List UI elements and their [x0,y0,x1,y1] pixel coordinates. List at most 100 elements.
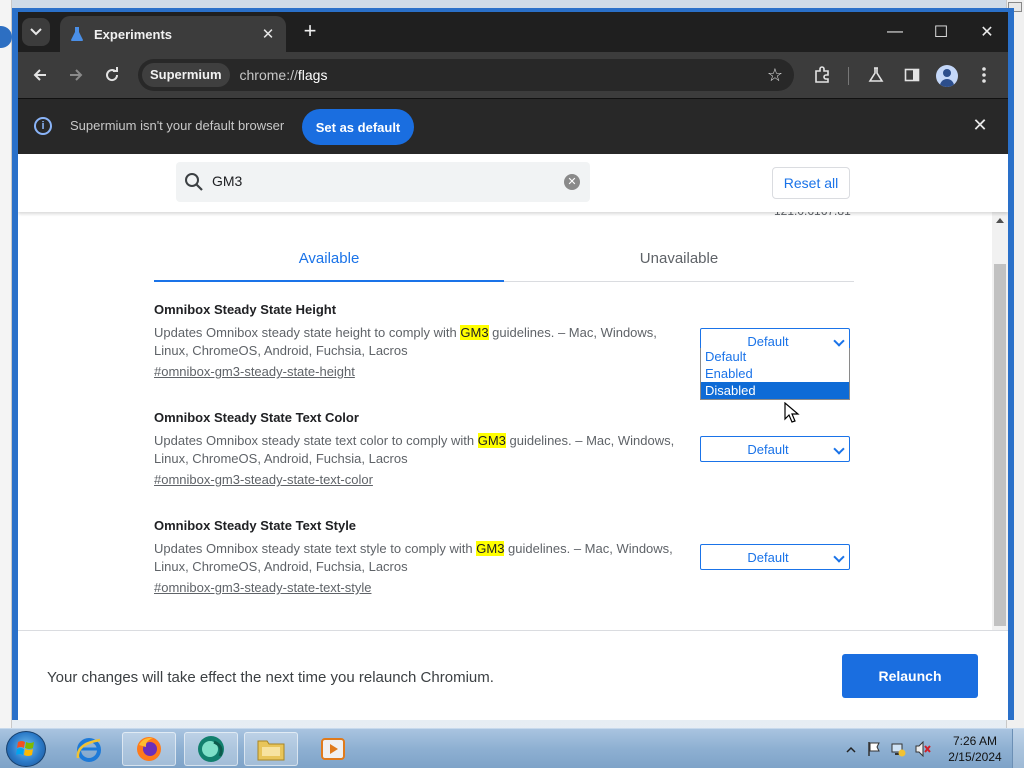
new-tab-button[interactable]: + [298,20,322,44]
menu-button[interactable] [970,61,998,89]
flask-outline-icon [868,67,884,82]
dropdown-option-enabled[interactable]: Enabled [701,365,849,382]
clock-time: 7:26 AM [952,734,998,748]
flag-description: Updates Omnibox steady state text color … [154,432,676,468]
chevron-down-icon [833,551,845,563]
search-input[interactable]: GM3 ✕ [176,162,590,202]
firefox-icon [137,737,161,761]
flags-page: GM3 ✕ Reset all 121.0.6167.81 Available … [18,154,1008,720]
labs-button[interactable] [862,61,890,89]
flags-header: GM3 ✕ Reset all [18,154,1008,212]
tab-search-button[interactable] [22,18,50,46]
tab-close-button[interactable]: ✕ [260,25,276,43]
relaunch-footer: Your changes will take effect the next t… [18,630,1008,720]
taskbar-supermium[interactable] [184,732,238,766]
supermium-icon [198,736,224,762]
clear-search-icon[interactable]: ✕ [564,174,580,190]
flag-name: Omnibox Steady State Text Color [154,410,359,425]
tab-experiments[interactable]: Experiments ✕ [60,16,286,52]
close-window-button[interactable]: ✕ [964,18,1010,46]
puzzle-icon [815,66,829,83]
taskbar: 7:26 AM 2/15/2024 [0,728,1024,768]
start-button[interactable] [6,731,46,767]
minimize-button[interactable]: — [872,18,918,46]
infobar-message: Supermium isn't your default browser [70,118,285,133]
scroll-up-icon[interactable] [996,218,1004,223]
taskbar-clock[interactable]: 7:26 AM 2/15/2024 [940,733,1010,765]
tab-title: Experiments [94,26,173,42]
flag-description: Updates Omnibox steady state text style … [154,540,676,576]
url-text[interactable]: chrome://flags [240,67,328,83]
address-bar[interactable]: Supermium chrome://flags ☆ [138,59,794,91]
browser-name-chip[interactable]: Supermium [142,63,230,87]
arrow-right-icon [70,69,83,81]
flag-anchor-link[interactable]: #omnibox-gm3-steady-state-text-style [154,580,854,595]
flag-description-text: Updates Omnibox steady state text style … [154,541,477,556]
relaunch-button[interactable]: Relaunch [842,654,978,698]
search-highlight: GM3 [460,325,489,340]
forward-button[interactable] [62,61,90,89]
flag-anchor-link[interactable]: #omnibox-gm3-steady-state-text-color [154,472,854,487]
windows-logo-icon [16,741,34,756]
taskbar-firefox[interactable] [122,732,176,766]
reset-all-button[interactable]: Reset all [772,167,850,199]
taskbar-internet-explorer[interactable] [62,732,116,766]
show-desktop-button[interactable] [1012,729,1024,768]
toolbar-separator [848,67,849,85]
side-panel-icon [904,68,920,82]
infobar-close-icon[interactable]: ✕ [970,115,990,135]
dropdown-option-disabled[interactable]: Disabled [701,382,849,399]
flag-entry: Omnibox Steady State Text Style Updates … [154,518,854,595]
flask-icon [71,27,83,41]
background-window-icon [0,26,12,48]
tab-unavailable[interactable]: Unavailable [504,250,854,267]
search-icon [185,173,203,191]
set-as-default-button[interactable]: Set as default [302,109,414,145]
taskbar-media-player[interactable] [306,732,360,766]
taskbar-explorer[interactable] [244,732,298,766]
volume-muted-icon[interactable] [914,741,932,757]
flag-entry: Omnibox Steady State Text Color Updates … [154,410,854,487]
search-value: GM3 [212,173,243,189]
system-tray [844,739,944,759]
flag-select[interactable]: Default [700,544,850,570]
tab-available[interactable]: Available [154,250,504,267]
profile-avatar-icon[interactable] [936,65,958,87]
reload-button[interactable] [98,61,126,89]
flag-name: Omnibox Steady State Height [154,302,337,317]
background-window-left-edge [0,0,12,728]
search-highlight: GM3 [477,433,506,448]
extensions-button[interactable] [808,61,836,89]
flags-tabs: Available Unavailable [154,238,854,282]
side-panel-button[interactable] [898,61,926,89]
dropdown-option-default[interactable]: Default [701,348,849,365]
flag-select[interactable]: Default [700,436,850,462]
reload-icon [106,67,119,82]
scrollbar-thumb[interactable] [994,264,1006,626]
back-button[interactable] [26,61,54,89]
title-bar: Experiments ✕ + — ☐ ✕ [18,12,1008,52]
tray-expand-icon[interactable] [846,745,856,755]
maximize-button[interactable]: ☐ [918,18,964,46]
flag-name: Omnibox Steady State Text Style [154,518,357,533]
internet-explorer-icon [76,738,101,762]
flag-select-value: Default [747,334,789,349]
default-browser-infobar: i Supermium isn't your default browser S… [18,98,1008,154]
relaunch-message: Your changes will take effect the next t… [47,669,494,686]
chevron-down-icon [833,335,845,347]
media-player-icon [321,738,345,760]
more-vert-icon [982,67,986,83]
flag-description-text: Updates Omnibox steady state text color … [154,433,478,448]
arrow-left-icon [33,69,46,81]
active-tab-indicator [154,280,504,282]
flag-select-dropdown: Default Enabled Disabled [700,348,850,400]
bookmark-star-icon[interactable]: ☆ [762,62,788,88]
chevron-down-icon [833,443,845,455]
network-icon[interactable] [890,741,906,757]
page-scrollbar[interactable] [992,212,1008,630]
search-highlight: GM3 [476,541,505,556]
action-center-flag-icon[interactable] [866,741,882,757]
mouse-cursor-icon [784,402,800,423]
folder-icon [257,740,285,761]
url-path: flags [297,67,328,83]
